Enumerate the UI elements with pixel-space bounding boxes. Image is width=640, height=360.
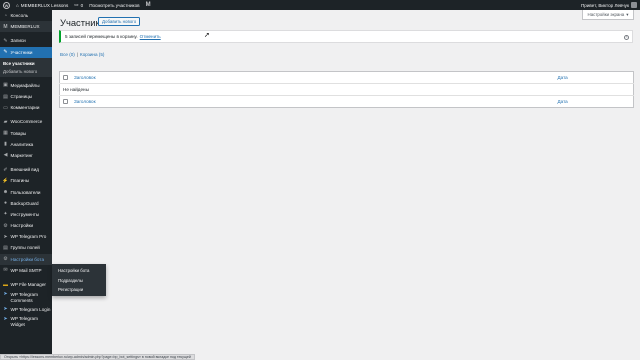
analytics-icon: ▮ [4, 141, 7, 148]
bot-settings-flyout: Настройки бота Подразделы Регистрации [52, 264, 106, 296]
screen-options-button[interactable]: Настройки экрана ▾ [582, 10, 634, 20]
sidebar-item-marketing[interactable]: ◀ Маркетинг [0, 150, 52, 161]
sidebar-item-wp-mail-smtp[interactable]: ✉ WP Mail SMTP [0, 265, 52, 276]
flyout-bot-settings[interactable]: Настройки бота [52, 266, 106, 276]
sidebar-item-products[interactable]: ▦ Товары [0, 128, 52, 139]
sidebar-item-wp-file-manager[interactable]: ▬ WP File Manager [0, 279, 52, 290]
site-name-link[interactable]: ⌂ MEMBERLUX Lessons [13, 0, 71, 10]
submenu-add-new[interactable]: Добавить нового [0, 67, 52, 76]
memberlux-bar-link[interactable]: M [143, 0, 154, 10]
home-icon: ⌂ [16, 2, 19, 8]
settings-icon: ⚙ [3, 222, 8, 229]
memberlux-icon: M [145, 2, 151, 8]
sidebar-item-pages[interactable]: ▤ Страницы [0, 91, 52, 102]
comments-link[interactable]: ▭ 0 [71, 0, 86, 10]
sidebar-item-settings[interactable]: ⚙ Настройки [0, 220, 52, 231]
bot-icon: ⚙ [3, 256, 8, 263]
plugin-icon: ⚡ [2, 177, 9, 184]
sidebar-item-wp-telegram-widget[interactable]: ➤ WP Telegram Widget [0, 315, 52, 330]
memberlux-icon: M [3, 23, 8, 30]
admin-sidebar: ◔ Консоль M MEMBERLUX ✎ Записи ✎ Участники В… [0, 10, 52, 360]
telegram-icon: ➤ [3, 315, 8, 322]
sidebar-item-plugins[interactable]: ⚡ Плагины [0, 175, 52, 186]
browser-status-bar: Открыть «https://lessons.memberlux.ru/wp… [0, 354, 195, 360]
sidebar-item-wp-telegram-login[interactable]: ➤ WP Telegram Login [0, 306, 52, 315]
wp-logo-menu[interactable]: W [0, 0, 13, 10]
users-icon: ☻ [2, 189, 9, 196]
products-icon: ▦ [3, 130, 8, 137]
tools-icon: ✦ [3, 211, 8, 218]
notice-text: 5 записей перемещены в корзину. [65, 34, 138, 39]
sidebar-item-memberlux[interactable]: M MEMBERLUX [0, 21, 52, 33]
sidebar-item-field-groups[interactable]: ▤ Группы полей [0, 242, 52, 253]
undo-link[interactable]: Отменить [140, 34, 161, 39]
sidebar-item-posts[interactable]: ✎ Записи [0, 35, 52, 46]
telegram-icon: ➤ [3, 306, 8, 313]
chevron-down-icon: ▾ [626, 11, 629, 17]
mail-icon: ✉ [3, 267, 8, 274]
telegram-icon: ➤ [3, 233, 8, 240]
status-filters: Все (0) | Корзина (5) [60, 52, 104, 57]
sort-by-date-link-footer[interactable]: Дата [558, 99, 568, 104]
flyout-subsections[interactable]: Подразделы [52, 276, 106, 286]
filter-all-link[interactable]: Все (0) [60, 52, 75, 57]
brush-icon: ✐ [3, 166, 8, 173]
sort-by-date-link[interactable]: Дата [558, 75, 568, 80]
sidebar-item-bot-settings[interactable]: ⚙ Настройки бота [0, 253, 52, 265]
backup-icon: ● [3, 200, 8, 207]
select-all-checkbox[interactable] [63, 75, 68, 81]
pin-icon: ✎ [3, 49, 8, 56]
sidebar-item-members[interactable]: ✎ Участники [0, 46, 52, 58]
media-icon: ▣ [3, 82, 8, 89]
view-members-link[interactable]: Посмотреть участников [86, 0, 142, 10]
marketing-icon: ◀ [3, 152, 8, 159]
table-row: Не найдены [59, 83, 634, 96]
file-manager-icon: ▬ [3, 281, 8, 288]
sidebar-item-comments[interactable]: ▭ Комментарии [0, 102, 52, 113]
success-notice: 5 записей перемещены в корзину. Отменить… [59, 30, 633, 43]
sidebar-item-dashboard[interactable]: ◔ Консоль [0, 10, 52, 21]
mouse-cursor-icon: ➚ [204, 32, 210, 39]
sidebar-item-media[interactable]: ▣ Медиафайлы [0, 80, 52, 91]
sidebar-item-tools[interactable]: ✦ Инструменты [0, 209, 52, 220]
admin-bar: W ⌂ MEMBERLUX Lessons ▭ 0 Посмотреть участ… [0, 0, 640, 10]
sidebar-item-wp-telegram-comments[interactable]: ➤ WP Telegram Comments [0, 290, 52, 305]
select-all-checkbox-footer[interactable] [63, 99, 68, 105]
pin-icon: ✎ [3, 37, 8, 44]
comment-icon: ▭ [3, 104, 8, 111]
telegram-icon: ➤ [3, 291, 8, 298]
sidebar-item-backupguard[interactable]: ● BackupGuard [0, 198, 52, 209]
sidebar-item-wp-telegram-pro[interactable]: ➤ WP Telegram Pro [0, 231, 52, 242]
filter-trash-link[interactable]: Корзина (5) [80, 52, 104, 57]
comment-icon: ▭ [74, 2, 79, 7]
wordpress-icon: W [3, 1, 10, 9]
avatar [631, 2, 637, 8]
dismiss-icon[interactable]: × [624, 34, 629, 40]
sidebar-item-users[interactable]: ☻ Пользователи [0, 186, 52, 197]
add-new-button[interactable]: Добавить нового [98, 16, 141, 26]
filter-separator: | [76, 52, 79, 57]
table-header-row: Заголовок Дата [59, 71, 634, 84]
members-submenu: Все участники Добавить нового [0, 57, 52, 77]
dashboard-icon: ◔ [3, 12, 8, 19]
fields-icon: ▤ [3, 244, 8, 251]
flyout-registrations[interactable]: Регистрации [52, 285, 106, 295]
sort-by-title-link-footer[interactable]: Заголовок [74, 99, 96, 104]
sidebar-item-woocommerce[interactable]: ▰ WooCommerce [0, 116, 52, 127]
sidebar-item-analytics[interactable]: ▮ Аналитика [0, 139, 52, 150]
table-footer-row: Заголовок Дата [60, 96, 634, 108]
woo-icon: ▰ [3, 118, 8, 125]
submenu-all-members[interactable]: Все участники [0, 59, 52, 68]
members-table: Заголовок Дата Не найдены Заголовок Дата [59, 71, 634, 108]
sort-by-title-link[interactable]: Заголовок [74, 75, 96, 80]
user-account-menu[interactable]: Привет, Виктор Левчук [581, 0, 637, 10]
no-items-text: Не найдены [59, 83, 634, 96]
sidebar-item-appearance[interactable]: ✐ Внешний вид [0, 164, 52, 175]
page-icon: ▤ [3, 93, 8, 100]
